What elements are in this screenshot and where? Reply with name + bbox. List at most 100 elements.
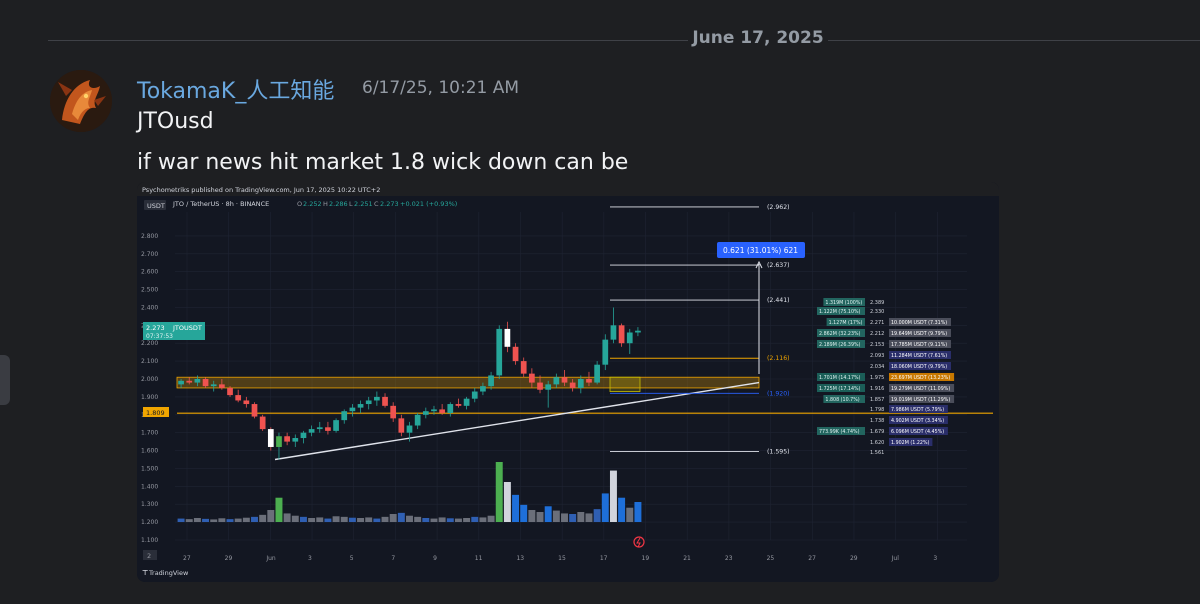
- candle-body: [210, 384, 217, 387]
- time-tick: 3: [308, 555, 312, 562]
- volume-bar: [503, 482, 511, 522]
- order-book-qty: 1.701M (14.17%): [819, 375, 861, 381]
- author-name[interactable]: TokamaK_人工知能: [137, 73, 334, 105]
- volume-bar: [397, 512, 405, 522]
- fib-level-label: (1.595): [767, 448, 790, 455]
- candle-body: [178, 380, 184, 385]
- time-tick: Jun: [265, 555, 276, 562]
- candle-body: [390, 405, 397, 419]
- order-book-usdt: 19.019M USDT (11.29%): [891, 397, 950, 403]
- time-tick: Jul: [891, 555, 900, 562]
- time-tick: 27: [183, 555, 191, 562]
- volume-bar: [177, 518, 185, 522]
- candle-body: [267, 429, 274, 447]
- volume-bar: [495, 462, 503, 522]
- price-tick: 1.900: [141, 394, 158, 401]
- order-book-price: 1.679: [870, 429, 884, 435]
- publisher-line: Psychometriks published on TradingView.c…: [142, 186, 380, 194]
- time-tick: 23: [725, 555, 733, 562]
- current-ticker: JTOUSDT: [172, 324, 202, 332]
- candle-body: [594, 364, 600, 383]
- volume-bar: [552, 510, 560, 522]
- order-book-qty: 1.808 (10.7%): [825, 397, 859, 403]
- candle-body: [586, 379, 592, 383]
- candle-body: [610, 325, 617, 340]
- candle-body: [202, 379, 209, 387]
- candle-body: [447, 404, 454, 413]
- candle-body: [520, 361, 527, 374]
- volume-bar: [430, 518, 438, 522]
- message-line-1: JTOusd: [137, 109, 214, 134]
- volume-bar: [463, 518, 471, 522]
- candle-body: [439, 409, 445, 413]
- order-book-price: 2.330: [870, 309, 884, 315]
- price-tick: 1.400: [141, 483, 158, 490]
- price-tick: 1.600: [141, 448, 158, 455]
- order-book-usdt: 19.279M USDT (11.09%): [891, 386, 950, 392]
- order-book-qty: 1.725M (17.14%): [819, 386, 861, 392]
- volume-bar: [348, 517, 356, 522]
- price-tick: 1.100: [141, 537, 158, 544]
- time-tick: 17: [600, 555, 608, 562]
- message-timestamp: 6/17/25, 10:21 AM: [362, 78, 520, 98]
- volume-bar: [275, 497, 283, 522]
- candle-body: [308, 429, 315, 433]
- candle-body: [561, 377, 568, 383]
- candle-body: [422, 411, 429, 415]
- time-tick: 29: [850, 555, 858, 562]
- avatar[interactable]: [50, 70, 112, 132]
- ohlc-close: 2.273: [380, 200, 399, 208]
- fib-level-label: (2.962): [767, 204, 790, 211]
- level-badge-text: 1.809: [146, 409, 165, 417]
- ohlc-open: 2.252: [303, 200, 322, 208]
- candle-countdown: 07:37:53: [146, 333, 173, 340]
- tradingview-logo-text: TradingView: [148, 569, 189, 577]
- fib-level-label: (1.920): [767, 390, 790, 397]
- ohlc-high-label: H: [323, 200, 328, 208]
- volume-bar: [487, 515, 495, 522]
- candle-body: [357, 404, 364, 408]
- volume-bar: [634, 502, 642, 522]
- candle-body: [349, 407, 356, 412]
- timezone-button-label: 2: [147, 552, 151, 560]
- volume-bar: [446, 518, 454, 522]
- scroll-handle[interactable]: [0, 355, 10, 405]
- tradingview-logo: ⊤ TradingView: [142, 569, 189, 577]
- volume-bar: [193, 518, 201, 522]
- order-book-price: 1.620: [870, 440, 884, 446]
- time-tick: 21: [683, 555, 691, 562]
- time-tick: 13: [516, 555, 524, 562]
- ohlc-high: 2.286: [329, 200, 348, 208]
- candle-body: [243, 400, 250, 405]
- volume-bar: [242, 517, 250, 522]
- volume-bar: [479, 517, 487, 522]
- chart-image-attachment[interactable]: Psychometriks published on TradingView.c…: [137, 182, 999, 582]
- current-price: 2.273: [146, 324, 165, 332]
- volume-bar: [406, 515, 413, 522]
- volume-bar: [454, 518, 462, 522]
- order-book-usdt: 17.785M USDT (9.11%): [891, 342, 947, 348]
- volume-bar: [389, 514, 397, 522]
- volume-bar: [308, 518, 316, 522]
- time-tick: 7: [391, 555, 395, 562]
- volume-bar: [544, 506, 552, 522]
- candle-body: [341, 411, 348, 421]
- volume-bar: [577, 512, 585, 522]
- candle-body: [537, 382, 543, 390]
- order-book-price: 2.271: [870, 320, 884, 326]
- volume-bar: [218, 518, 226, 522]
- volume-bar: [536, 512, 544, 522]
- order-book-price: 2.153: [870, 342, 884, 348]
- order-book-price: 1.975: [870, 375, 884, 381]
- time-tick: 27: [808, 555, 816, 562]
- price-tick: 2.100: [141, 358, 158, 365]
- candle-body: [431, 409, 437, 412]
- candle-body: [602, 339, 609, 365]
- order-book-usdt: 10.000M USDT (7.31%): [891, 320, 947, 326]
- volume-bar: [381, 516, 389, 522]
- fib-level-label: (2.637): [767, 262, 790, 269]
- candle-body: [259, 416, 266, 430]
- candle-body: [553, 377, 560, 385]
- time-tick: 15: [558, 555, 566, 562]
- order-book-price: 2.034: [870, 364, 884, 370]
